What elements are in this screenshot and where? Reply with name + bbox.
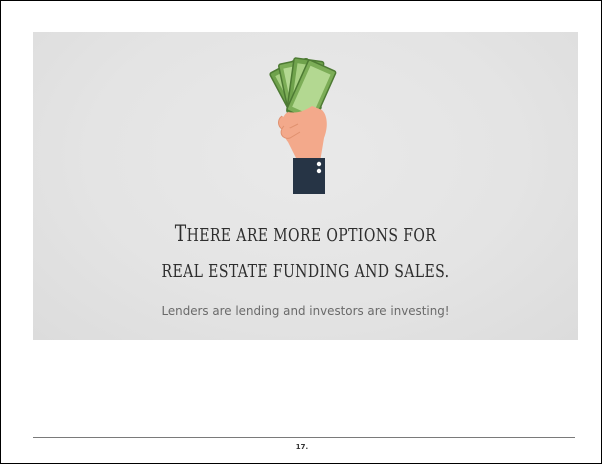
subtitle: Lenders are lending and investors are in… bbox=[161, 303, 450, 318]
page-number: 17. bbox=[295, 443, 309, 451]
hand bbox=[278, 106, 327, 162]
headline-line-2: REAL ESTATE FUNDING AND SALES. bbox=[161, 261, 450, 282]
hand-holding-cash-icon bbox=[269, 57, 337, 194]
sleeve-cuff bbox=[293, 158, 325, 194]
headline-line-1: THERE ARE MORE OPTIONS FOR bbox=[93, 222, 518, 247]
footer-divider bbox=[33, 437, 575, 438]
document-page: THERE ARE MORE OPTIONS FOR REAL ESTATE F… bbox=[0, 0, 602, 464]
headline-initial: T bbox=[174, 222, 187, 247]
slide-panel: THERE ARE MORE OPTIONS FOR REAL ESTATE F… bbox=[33, 32, 578, 340]
headline-line-1-rest: HERE ARE MORE OPTIONS FOR bbox=[186, 225, 437, 246]
